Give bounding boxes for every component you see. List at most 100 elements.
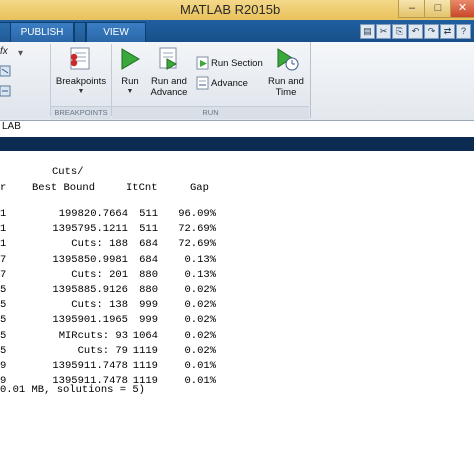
address-path[interactable]: LAB (2, 121, 21, 132)
console-row: 1 199820.7664 511 96.09% (0, 208, 474, 223)
console-footer: 0.01 MB, solutions = 5) (0, 384, 145, 396)
run-and-advance-button[interactable]: Run and Advance (146, 76, 192, 98)
row-col-gap: 0.02% (184, 329, 216, 342)
header-col1: r (0, 182, 7, 194)
row-col-iter: 1 (0, 238, 7, 251)
console-header-cuts: Cuts/ (52, 166, 84, 178)
panel-header (0, 137, 474, 151)
run-and-time-line1: Run and (268, 76, 304, 87)
row-col-gap: 0.13% (184, 268, 216, 281)
row-col-gap: 0.01% (184, 375, 216, 388)
console-header-row: r Best Bound ItCnt Gap (0, 182, 474, 197)
toolbar-icon-3[interactable]: ⎘ (392, 24, 407, 39)
console-row: 1 Cuts: 188 684 72.69% (0, 238, 474, 253)
advance-icon[interactable] (196, 76, 210, 90)
toolbar-icon-7[interactable]: ? (456, 24, 471, 39)
row-col-itcnt: 1064 (132, 329, 158, 342)
address-bar[interactable] (0, 120, 474, 138)
row-col-iter: 5 (0, 299, 7, 312)
console-row: 5 MIRcuts: 93 1064 0.02% (0, 330, 474, 345)
console-row: 1 1395795.1211 511 72.69% (0, 223, 474, 238)
console-row: 5 1395901.1965 999 0.02% (0, 314, 474, 329)
row-col-bound: 1395850.9981 (52, 253, 128, 266)
row-col-bound: Cuts: 188 (71, 238, 128, 251)
row-col-iter: 1 (0, 208, 7, 220)
toolbar-icon-1[interactable]: ▤ (360, 24, 375, 39)
breakpoints-label[interactable]: Breakpoints (52, 76, 110, 87)
outdent-icon[interactable] (0, 84, 12, 98)
row-col-gap: 0.02% (184, 314, 216, 327)
row-col-gap: 96.09% (178, 208, 216, 220)
tab-view[interactable]: VIEW (86, 22, 146, 42)
window-title: MATLAB R2015b (180, 2, 281, 17)
console-row: 5 Cuts: 79 1119 0.02% (0, 345, 474, 360)
maximize-button[interactable]: □ (424, 0, 452, 18)
run-time-icon[interactable] (274, 46, 300, 72)
toolbar-icon-2[interactable]: ✂ (376, 24, 391, 39)
console-row: 7 1395850.9981 684 0.13% (0, 254, 474, 269)
row-col-iter: 1 (0, 223, 7, 236)
row-col-itcnt: 999 (139, 299, 158, 312)
console-row: 9 1395911.7478 1119 0.01% (0, 360, 474, 375)
breakpoints-icon[interactable] (68, 46, 94, 72)
toolbar-icon-6[interactable]: ⇄ (440, 24, 455, 39)
run-and-advance-line2: Advance (150, 87, 188, 98)
row-col-bound: Cuts: 138 (71, 299, 128, 312)
tab-publish[interactable]: PUBLISH (10, 22, 74, 42)
row-col-gap: 72.69% (178, 238, 216, 251)
row-col-itcnt: 511 (139, 223, 158, 236)
advance-button[interactable]: Advance (211, 78, 248, 89)
row-col-iter: 5 (0, 329, 7, 342)
row-col-itcnt: 511 (139, 208, 158, 220)
run-label[interactable]: Run (112, 76, 148, 87)
close-button[interactable]: ✕ (450, 0, 474, 18)
row-col-gap: 0.13% (184, 253, 216, 266)
row-col-itcnt: 1119 (132, 360, 158, 372)
run-section-button[interactable]: Run Section (211, 58, 263, 69)
header-col4: Gap (190, 182, 209, 194)
tab-spacer (74, 22, 86, 42)
row-col-iter: 5 (0, 344, 7, 357)
indent-icon[interactable] (0, 64, 12, 78)
row-col-iter: 7 (0, 268, 7, 281)
row-col-gap: 0.02% (184, 299, 216, 312)
row-col-itcnt: 999 (139, 314, 158, 327)
row-col-iter: 7 (0, 253, 7, 266)
row-col-iter: 5 (0, 284, 7, 296)
fx-icon[interactable]: fx (0, 46, 14, 60)
row-col-gap: 0.02% (184, 344, 216, 357)
row-col-gap: 72.69% (178, 223, 216, 236)
row-col-bound: Cuts: 201 (71, 268, 128, 281)
row-col-bound: 1395911.7478 (52, 360, 128, 372)
comment-icon[interactable]: ▾ (18, 48, 36, 62)
run-and-time-button[interactable]: Run and Time (264, 76, 308, 98)
row-col-bound: MIRcuts: 93 (58, 329, 128, 342)
row-col-bound: 199820.7664 (58, 208, 128, 220)
row-col-gap: 0.01% (184, 360, 216, 372)
row-col-itcnt: 880 (139, 284, 158, 296)
row-col-itcnt: 684 (139, 253, 158, 266)
console-row: 5 Cuts: 138 999 0.02% (0, 299, 474, 314)
chevron-down-icon[interactable]: ▼ (76, 88, 86, 95)
row-col-bound: 1395795.1211 (52, 223, 128, 236)
row-col-gap: 0.02% (184, 284, 216, 296)
row-col-itcnt: 684 (139, 238, 158, 251)
row-col-bound: Cuts: 79 (77, 344, 128, 357)
row-col-itcnt: 1119 (132, 344, 158, 357)
row-col-iter: 9 (0, 360, 7, 372)
run-and-time-line2: Time (275, 87, 297, 98)
group-label-run: RUN (112, 106, 309, 119)
toolbar-icon-4[interactable]: ↶ (408, 24, 423, 39)
chevron-down-icon[interactable]: ▼ (125, 88, 135, 95)
header-col3: ItCnt (126, 182, 158, 194)
row-col-itcnt: 880 (139, 268, 158, 281)
console-row: 5 1395885.9126 880 0.02% (0, 284, 474, 299)
run-section-icon[interactable] (196, 56, 210, 70)
run-and-advance-line1: Run and (151, 76, 187, 87)
toolbar-icon-5[interactable]: ↷ (424, 24, 439, 39)
run-icon[interactable] (118, 46, 142, 72)
minimize-button[interactable]: – (398, 0, 426, 18)
run-advance-icon[interactable] (156, 46, 182, 72)
row-col-iter: 5 (0, 314, 7, 327)
console-row: 7 Cuts: 201 880 0.13% (0, 269, 474, 284)
